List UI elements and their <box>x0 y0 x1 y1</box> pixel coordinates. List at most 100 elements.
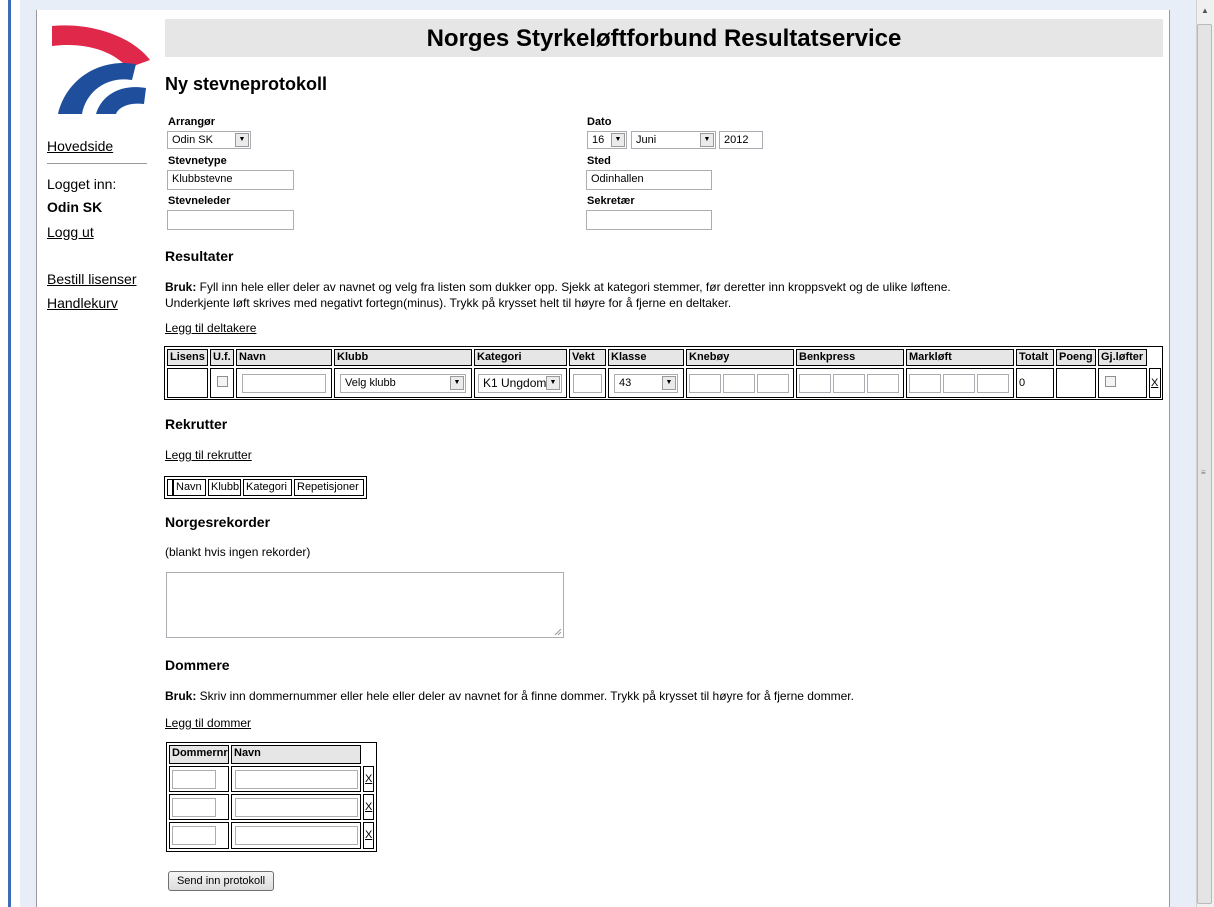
club-select[interactable]: Velg klubb ▼ <box>340 374 466 393</box>
col-header: Benkpress <box>796 349 904 366</box>
judges-heading: Dommere <box>165 657 230 673</box>
judge-number-cell <box>169 822 229 849</box>
deadlift-attempt-1[interactable] <box>909 374 941 393</box>
leader-input[interactable] <box>167 210 294 230</box>
add-recruits-link[interactable]: Legg til rekrutter <box>165 448 252 462</box>
uf-cell <box>210 368 234 398</box>
col-header: Gj.løfter <box>1098 349 1147 366</box>
submit-protocol-button[interactable]: Send inn protokoll <box>168 871 274 891</box>
date-year-input[interactable]: 2012 <box>719 131 763 149</box>
type-label: Stevnetype <box>168 155 227 167</box>
logged-in-label: Logget inn: <box>47 176 117 192</box>
nav-divider <box>47 163 147 164</box>
judge-number-cell <box>169 766 229 792</box>
squat-attempt-3[interactable] <box>757 374 789 393</box>
secretary-label: Sekretær <box>587 195 635 207</box>
deadlift-attempt-2[interactable] <box>943 374 975 393</box>
judges-table: Dommernr Navn X X X <box>166 742 377 852</box>
weight-cell <box>569 368 606 398</box>
organizer-select[interactable]: Odin SK ▼ <box>167 131 251 149</box>
chevron-down-icon: ▼ <box>700 133 714 147</box>
bench-attempt-1[interactable] <box>799 374 831 393</box>
judge-number-input-1[interactable] <box>172 770 216 789</box>
squat-attempt-2[interactable] <box>723 374 755 393</box>
scroll-up-icon[interactable]: ▲ <box>1198 6 1212 18</box>
col-header: Klubb <box>334 349 472 366</box>
license-cell <box>167 368 208 398</box>
nav-logout-link[interactable]: Logg ut <box>47 224 94 240</box>
date-day-select[interactable]: 16 ▼ <box>587 131 627 149</box>
site-header: Norges Styrkeløftforbund Resultatservice <box>165 19 1163 57</box>
type-input[interactable]: Klubbstevne <box>167 170 294 190</box>
add-participants-link[interactable]: Legg til deltakere <box>165 321 256 335</box>
resize-grip-icon[interactable] <box>554 628 562 636</box>
results-usage-line1: Bruk: Fyll inn hele eller deler av navne… <box>165 280 951 294</box>
results-heading: Resultater <box>165 248 234 264</box>
judge-name-input-2[interactable] <box>235 798 358 817</box>
nav-cart-link[interactable]: Handlekurv <box>47 295 118 311</box>
col-header: Vekt <box>569 349 606 366</box>
deadlift-attempt-3[interactable] <box>977 374 1009 393</box>
recruits-heading: Rekrutter <box>165 416 228 432</box>
scrollbar-thumb[interactable] <box>1197 24 1212 904</box>
category-cell: K1 Ungdom ▼ <box>474 368 567 398</box>
chevron-down-icon: ▼ <box>662 376 676 390</box>
judge-name-input-3[interactable] <box>235 826 358 845</box>
date-month-select[interactable]: Juni ▼ <box>631 131 716 149</box>
judge-name-cell <box>231 794 361 820</box>
class-select[interactable]: 43 ▼ <box>614 374 678 393</box>
points-cell <box>1056 368 1096 398</box>
col-header: Klubb <box>208 479 241 496</box>
bodyweight-input[interactable] <box>573 374 602 393</box>
col-header: Kategori <box>474 349 567 366</box>
squat-cell <box>686 368 794 398</box>
records-textarea[interactable] <box>166 572 564 638</box>
judge-number-input-2[interactable] <box>172 798 216 817</box>
col-header: Repetisjoner <box>294 479 364 496</box>
nav-home-link[interactable]: Hovedside <box>47 138 113 154</box>
col-header: Poeng <box>1056 349 1096 366</box>
remove-participant-link[interactable]: X <box>1149 368 1161 398</box>
chevron-down-icon: ▼ <box>235 133 249 147</box>
uf-checkbox[interactable] <box>217 376 228 387</box>
chevron-down-icon: ▼ <box>611 133 625 147</box>
judges-usage: Bruk: Skriv inn dommernummer eller hele … <box>165 689 854 703</box>
judge-name-input-1[interactable] <box>235 770 358 789</box>
col-header: U.f. <box>210 349 234 366</box>
bench-attempt-3[interactable] <box>867 374 899 393</box>
place-label: Sted <box>587 155 611 167</box>
remove-judge-link-1[interactable]: X <box>363 766 374 792</box>
remove-judge-link-2[interactable]: X <box>363 794 374 820</box>
bench-attempt-2[interactable] <box>833 374 865 393</box>
col-header: Knebøy <box>686 349 794 366</box>
col-header: Klasse <box>608 349 684 366</box>
class-cell: 43 ▼ <box>608 368 684 398</box>
participant-name-input[interactable] <box>242 374 326 393</box>
chevron-down-icon: ▼ <box>546 376 560 390</box>
bench-cell <box>796 368 904 398</box>
remove-judge-link-3[interactable]: X <box>363 822 374 849</box>
squat-attempt-1[interactable] <box>689 374 721 393</box>
judge-number-input-3[interactable] <box>172 826 216 845</box>
guest-lifter-checkbox[interactable] <box>1105 376 1116 387</box>
records-heading: Norgesrekorder <box>165 514 271 530</box>
chevron-down-icon: ▼ <box>450 376 464 390</box>
col-header: Navn <box>173 479 206 496</box>
date-label: Dato <box>587 116 612 128</box>
category-select[interactable]: K1 Ungdom ▼ <box>478 374 562 393</box>
judge-number-cell <box>169 794 229 820</box>
organizer-label: Arrangør <box>168 116 216 128</box>
page-title: Ny stevneprotokoll <box>165 74 328 94</box>
results-usage-line2: Underkjente løft skrives med negativt fo… <box>165 296 732 310</box>
add-judges-link[interactable]: Legg til dommer <box>165 716 251 730</box>
deadlift-cell <box>906 368 1014 398</box>
results-table: Lisens U.f. Navn Klubb Kategori Vekt Kla… <box>164 346 1163 400</box>
total-value: 0 <box>1016 368 1054 398</box>
judge-name-cell <box>231 822 361 849</box>
recruits-table: Navn Klubb Kategori Repetisjoner <box>164 476 367 499</box>
place-input[interactable]: Odinhallen <box>586 170 712 190</box>
nav-order-licenses-link[interactable]: Bestill lisenser <box>47 271 136 287</box>
col-header: Lisens <box>167 349 208 366</box>
secretary-input[interactable] <box>586 210 712 230</box>
col-header: Markløft <box>906 349 1014 366</box>
